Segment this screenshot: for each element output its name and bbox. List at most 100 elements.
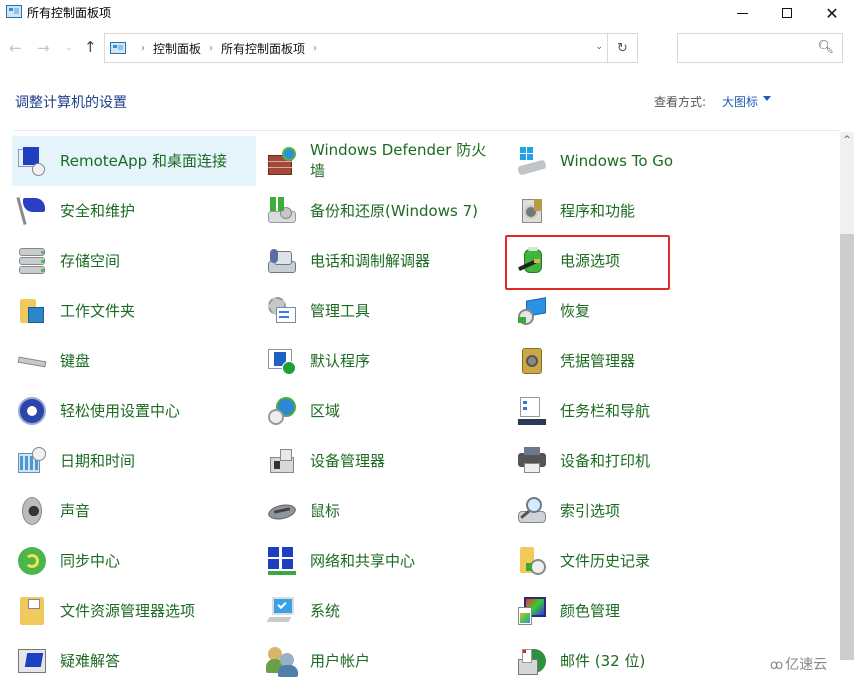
file-history-icon: [516, 545, 548, 577]
control-panel-item[interactable]: 用户帐户: [262, 636, 506, 685]
network-icon-part: [282, 547, 293, 557]
maximize-icon: [782, 8, 792, 18]
maximize-button[interactable]: [764, 0, 810, 26]
control-panel-item[interactable]: 系统: [262, 586, 506, 636]
scroll-thumb[interactable]: [840, 234, 854, 660]
control-panel-item[interactable]: 工作文件夹: [12, 286, 256, 336]
work-folders-icon-part: [28, 307, 44, 323]
recovery-icon-part: [518, 317, 526, 323]
control-panel-item[interactable]: 管理工具: [262, 286, 506, 336]
breadcrumb: › 控制面板 › 所有控制面板项 ›: [133, 40, 325, 57]
item-label: 系统: [310, 601, 341, 620]
item-label: 区域: [310, 401, 341, 420]
calendar-clock-icon-part: [32, 447, 46, 461]
control-panel-item[interactable]: 设备管理器: [262, 436, 506, 486]
taskbar-icon-part: [518, 419, 546, 425]
remoteapp-icon: [16, 145, 48, 177]
control-panel-item[interactable]: 日期和时间: [12, 436, 256, 486]
vertical-scrollbar[interactable]: ^: [840, 132, 854, 660]
item-label: 程序和功能: [560, 201, 636, 220]
scroll-up-button[interactable]: ^: [840, 132, 854, 148]
minimize-button[interactable]: [719, 0, 765, 26]
storage-icon-part: [41, 269, 44, 272]
network-icon-part: [268, 547, 279, 557]
control-panel-item[interactable]: 疑难解答: [12, 636, 256, 685]
forward-button[interactable]: →: [37, 39, 50, 57]
control-panel-item[interactable]: RemoteApp 和桌面连接: [12, 136, 256, 186]
view-by-dropdown[interactable]: 大图标: [722, 93, 758, 110]
control-panel-item[interactable]: 网络和共享中心: [262, 536, 506, 586]
keyboard-icon-part: [17, 356, 47, 368]
close-button[interactable]: ✕: [809, 0, 854, 26]
breadcrumb-separator[interactable]: ›: [141, 43, 145, 54]
speaker-icon: [16, 495, 48, 527]
control-panel-item[interactable]: 备份和还原(Windows 7): [262, 186, 506, 236]
control-panel-item[interactable]: Windows Defender 防火墙: [262, 136, 506, 186]
mail-icon: [516, 645, 548, 677]
admin-tools-icon-part: [279, 311, 289, 313]
control-panel-item[interactable]: 存储空间: [12, 236, 256, 286]
ease-of-access-icon-part: [27, 406, 37, 416]
control-panel-item[interactable]: 文件历史记录: [512, 536, 756, 586]
control-panel-item[interactable]: 声音: [12, 486, 256, 536]
usb-drive-icon-part: [520, 154, 526, 160]
search-input[interactable]: [678, 34, 818, 62]
item-label: 同步中心: [60, 551, 121, 570]
firewall-icon-part: [282, 147, 296, 161]
search-box[interactable]: 🔍︎: [677, 33, 843, 63]
refresh-button[interactable]: ↻: [607, 34, 637, 62]
folder-options-icon: [16, 595, 48, 627]
control-panel-item[interactable]: 程序和功能: [512, 186, 756, 236]
usb-drive-icon: [516, 145, 548, 177]
item-label: 文件资源管理器选项: [60, 601, 196, 620]
control-panel-item[interactable]: 键盘: [12, 336, 256, 386]
mail-icon-part: [523, 650, 526, 653]
item-label: 邮件 (32 位): [560, 651, 646, 670]
control-panel-item[interactable]: 恢复: [512, 286, 756, 336]
network-icon-part: [268, 559, 279, 569]
backup-icon: [266, 195, 298, 227]
item-label: 管理工具: [310, 301, 371, 320]
control-panel-item[interactable]: 邮件 (32 位): [512, 636, 756, 685]
breadcrumb-all-items[interactable]: 所有控制面板项: [221, 40, 305, 57]
caret-down-icon[interactable]: [763, 96, 771, 101]
control-panel-item[interactable]: 文件资源管理器选项: [12, 586, 256, 636]
item-label: 鼠标: [310, 501, 341, 520]
user-accounts-icon-part: [278, 665, 298, 677]
address-history-chevron-icon[interactable]: ⌄: [595, 42, 603, 52]
device-manager-icon: [266, 445, 298, 477]
recent-locations-chevron-icon[interactable]: ⌄: [65, 43, 73, 53]
item-label: 工作文件夹: [60, 301, 136, 320]
control-panel-item[interactable]: 凭据管理器: [512, 336, 756, 386]
item-label: 轻松使用设置中心: [60, 401, 181, 420]
keyboard-icon: [16, 345, 48, 377]
search-icon[interactable]: 🔍︎: [817, 40, 834, 55]
default-programs-icon: [266, 345, 298, 377]
control-panel-item[interactable]: 区域: [262, 386, 506, 436]
region-globe-clock-icon-part: [268, 409, 284, 425]
address-bar[interactable]: › 控制面板 › 所有控制面板项 › ⌄ ↻: [104, 33, 638, 63]
breadcrumb-control-panel[interactable]: 控制面板: [153, 40, 201, 57]
up-button[interactable]: ↑: [84, 38, 97, 56]
back-button[interactable]: ←: [9, 39, 22, 57]
system-monitor-icon-part: [266, 617, 292, 622]
watermark-logo-icon: ꝏ: [770, 658, 784, 673]
control-panel-item[interactable]: 同步中心: [12, 536, 256, 586]
control-panel-item[interactable]: 任务栏和导航: [512, 386, 756, 436]
network-icon: [266, 545, 298, 577]
control-panel-item[interactable]: 安全和维护: [12, 186, 256, 236]
default-programs-icon-part: [282, 361, 296, 375]
control-panel-item[interactable]: 索引选项: [512, 486, 756, 536]
breadcrumb-separator[interactable]: ›: [313, 43, 317, 54]
control-panel-item[interactable]: 电话和调制解调器: [262, 236, 506, 286]
breadcrumb-separator[interactable]: ›: [209, 43, 213, 54]
backup-icon-part: [278, 197, 284, 211]
control-panel-item[interactable]: 默认程序: [262, 336, 506, 386]
control-panel-item[interactable]: 颜色管理: [512, 586, 756, 636]
taskbar-icon-part: [523, 407, 527, 410]
control-panel-item[interactable]: 设备和打印机: [512, 436, 756, 486]
control-panel-item[interactable]: Windows To Go: [512, 136, 756, 186]
chevron-up-icon: ^: [843, 135, 851, 145]
control-panel-item[interactable]: 鼠标: [262, 486, 506, 536]
control-panel-item[interactable]: 轻松使用设置中心: [12, 386, 256, 436]
